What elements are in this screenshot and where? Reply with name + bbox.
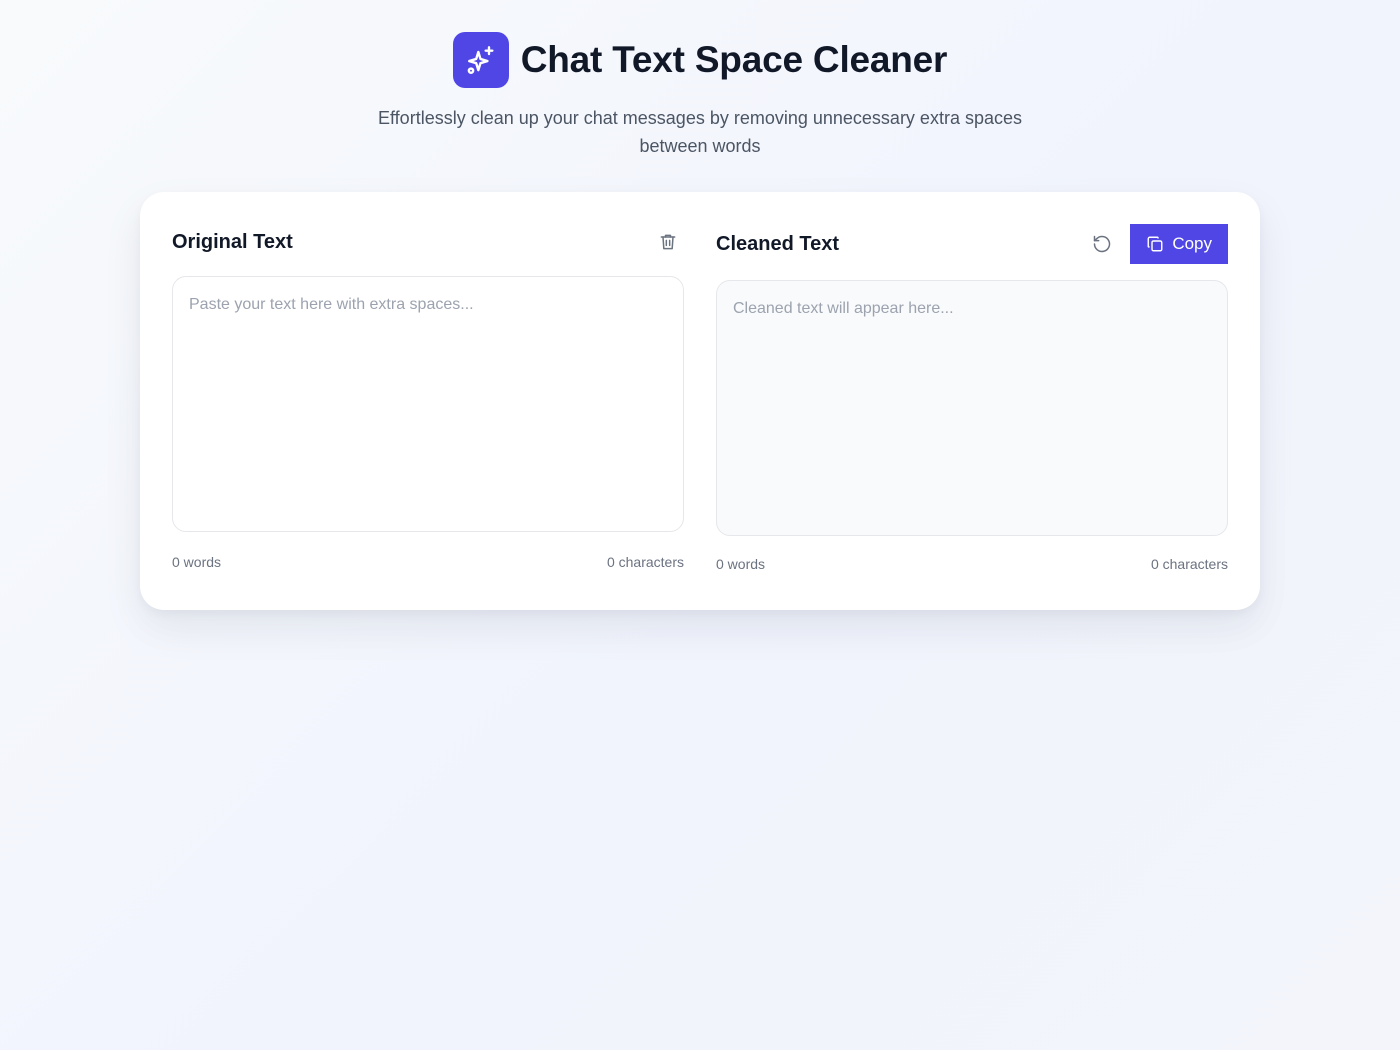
original-character-count: 0 characters — [606, 554, 684, 570]
original-panel-header: Original Text — [172, 222, 684, 262]
cleaned-character-count: 0 characters — [1150, 556, 1228, 572]
cleaned-text-title: Cleaned Text — [716, 232, 839, 255]
reset-button[interactable] — [1086, 228, 1118, 260]
original-text-panel: Original Text 0 words 0 characters — [172, 224, 684, 570]
original-word-count: 0 words — [172, 554, 222, 570]
cleaned-text-output[interactable] — [716, 280, 1228, 536]
page-subtitle: Effortlessly clean up your chat messages… — [378, 108, 1022, 156]
rotate-ccw-icon — [1094, 235, 1111, 253]
app-logo — [452, 32, 509, 88]
original-text-title: Original Text — [172, 230, 293, 253]
copy-icon — [1147, 236, 1163, 252]
cleaned-panel-header: Cleaned Text Copy — [716, 224, 1228, 264]
copy-button-label: Copy — [1172, 234, 1212, 253]
cleaned-actions: Copy — [1086, 224, 1228, 264]
clear-button[interactable] — [652, 226, 684, 258]
original-stats: 0 words 0 characters — [172, 554, 684, 570]
copy-button[interactable]: Copy — [1130, 224, 1228, 264]
original-text-input[interactable] — [172, 276, 684, 532]
cleaner-card: Original Text 0 words 0 characters Clean… — [140, 192, 1260, 610]
sparkles-icon — [467, 46, 494, 74]
cleaned-text-panel: Cleaned Text Copy 0 wor — [716, 224, 1228, 572]
app-header: Chat Text Space Cleaner Effortlessly cle… — [0, 32, 1400, 160]
cleaned-word-count: 0 words — [716, 556, 766, 572]
trash-icon — [660, 234, 676, 250]
cleaned-stats: 0 words 0 characters — [716, 556, 1228, 572]
page-title: Chat Text Space Cleaner — [520, 39, 948, 80]
title-row: Chat Text Space Cleaner — [0, 32, 1400, 88]
